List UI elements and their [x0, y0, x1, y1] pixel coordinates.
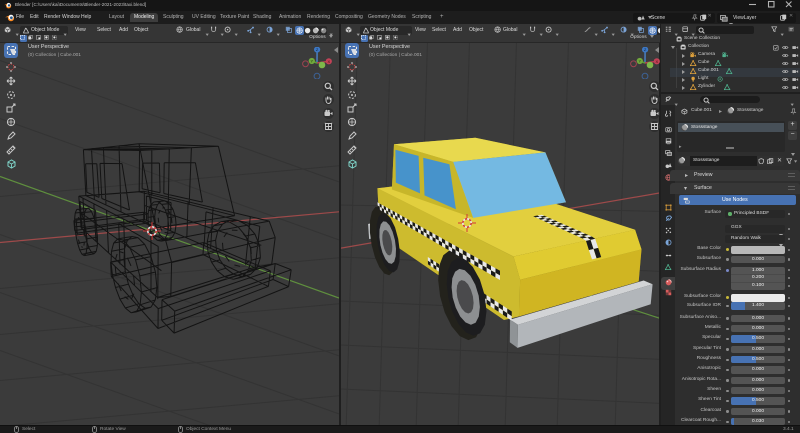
svg-text:X: X: [327, 59, 330, 64]
svg-text:Y: Y: [310, 59, 313, 64]
svg-text:X: X: [655, 59, 658, 64]
svg-text:Y: Y: [638, 59, 641, 64]
